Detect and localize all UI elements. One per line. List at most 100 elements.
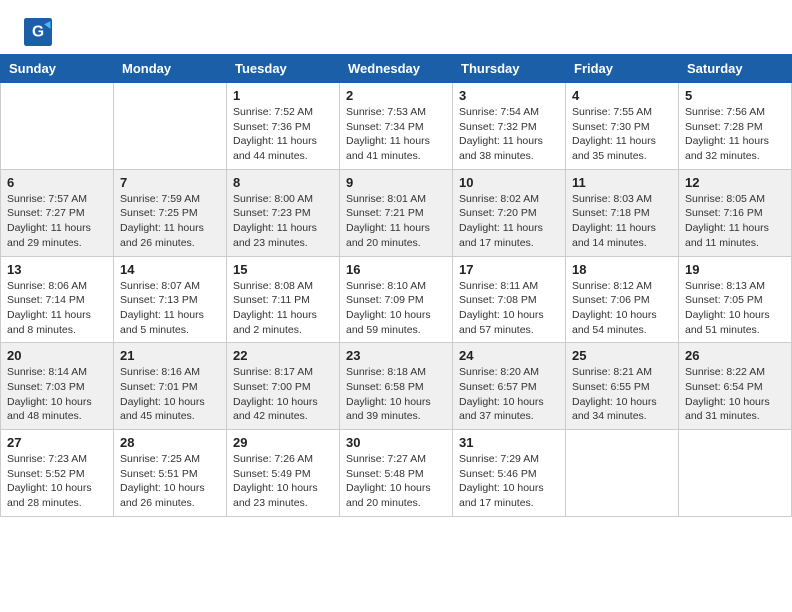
weekday-header-saturday: Saturday (679, 55, 792, 83)
day-info: Sunrise: 8:17 AMSunset: 7:00 PMDaylight:… (233, 365, 333, 424)
calendar-week-row: 27 Sunrise: 7:23 AMSunset: 5:52 PMDayligh… (1, 430, 792, 517)
calendar-cell: 20 Sunrise: 8:14 AMSunset: 7:03 PMDayligh… (1, 343, 114, 430)
day-number: 10 (459, 175, 559, 190)
calendar-cell: 16 Sunrise: 8:10 AMSunset: 7:09 PMDayligh… (340, 256, 453, 343)
day-number: 27 (7, 435, 107, 450)
calendar-cell: 25 Sunrise: 8:21 AMSunset: 6:55 PMDayligh… (566, 343, 679, 430)
day-number: 12 (685, 175, 785, 190)
day-info: Sunrise: 8:06 AMSunset: 7:14 PMDaylight:… (7, 279, 107, 338)
calendar-cell (566, 430, 679, 517)
day-info: Sunrise: 7:26 AMSunset: 5:49 PMDaylight:… (233, 452, 333, 511)
day-info: Sunrise: 8:01 AMSunset: 7:21 PMDaylight:… (346, 192, 446, 251)
day-number: 30 (346, 435, 446, 450)
calendar-cell: 12Sunrise: 8:05 AMSunset: 7:16 PMDayligh… (679, 169, 792, 256)
day-info: Sunrise: 8:20 AMSunset: 6:57 PMDaylight:… (459, 365, 559, 424)
day-number: 16 (346, 262, 446, 277)
day-info: Sunrise: 8:16 AMSunset: 7:01 PMDaylight:… (120, 365, 220, 424)
calendar-cell: 31Sunrise: 7:29 AMSunset: 5:46 PMDayligh… (453, 430, 566, 517)
calendar-cell: 3 Sunrise: 7:54 AMSunset: 7:32 PMDaylight… (453, 83, 566, 170)
calendar-cell: 1 Sunrise: 7:52 AMSunset: 7:36 PMDaylight… (227, 83, 340, 170)
day-info: Sunrise: 7:25 AMSunset: 5:51 PMDaylight:… (120, 452, 220, 511)
day-number: 4 (572, 88, 672, 103)
calendar-cell: 21 Sunrise: 8:16 AMSunset: 7:01 PMDayligh… (114, 343, 227, 430)
calendar-week-row: 13 Sunrise: 8:06 AMSunset: 7:14 PMDayligh… (1, 256, 792, 343)
day-info: Sunrise: 7:23 AMSunset: 5:52 PMDaylight:… (7, 452, 107, 511)
day-info: Sunrise: 7:52 AMSunset: 7:36 PMDaylight:… (233, 105, 333, 164)
calendar-cell: 7 Sunrise: 7:59 AMSunset: 7:25 PMDaylight… (114, 169, 227, 256)
calendar-cell: 13 Sunrise: 8:06 AMSunset: 7:14 PMDayligh… (1, 256, 114, 343)
calendar-cell: 5 Sunrise: 7:56 AMSunset: 7:28 PMDaylight… (679, 83, 792, 170)
day-info: Sunrise: 7:57 AMSunset: 7:27 PMDaylight:… (7, 192, 107, 251)
day-info: Sunrise: 8:11 AMSunset: 7:08 PMDaylight:… (459, 279, 559, 338)
calendar-cell: 11 Sunrise: 8:03 AMSunset: 7:18 PMDayligh… (566, 169, 679, 256)
calendar-cell: 26Sunrise: 8:22 AMSunset: 6:54 PMDayligh… (679, 343, 792, 430)
calendar-cell: 30Sunrise: 7:27 AMSunset: 5:48 PMDayligh… (340, 430, 453, 517)
day-number: 5 (685, 88, 785, 103)
day-number: 31 (459, 435, 559, 450)
calendar-cell (1, 83, 114, 170)
calendar-table: SundayMondayTuesdayWednesdayThursdayFrid… (0, 54, 792, 517)
calendar-cell: 10 Sunrise: 8:02 AMSunset: 7:20 PMDayligh… (453, 169, 566, 256)
day-info: Sunrise: 7:53 AMSunset: 7:34 PMDaylight:… (346, 105, 446, 164)
weekday-header-wednesday: Wednesday (340, 55, 453, 83)
page-header: G (0, 0, 792, 54)
day-number: 29 (233, 435, 333, 450)
day-info: Sunrise: 8:21 AMSunset: 6:55 PMDaylight:… (572, 365, 672, 424)
day-number: 20 (7, 348, 107, 363)
calendar-cell: 29 Sunrise: 7:26 AMSunset: 5:49 PMDayligh… (227, 430, 340, 517)
day-number: 1 (233, 88, 333, 103)
calendar-cell: 19Sunrise: 8:13 AMSunset: 7:05 PMDayligh… (679, 256, 792, 343)
calendar-cell: 28 Sunrise: 7:25 AMSunset: 5:51 PMDayligh… (114, 430, 227, 517)
svg-text:G: G (32, 24, 44, 41)
weekday-header-friday: Friday (566, 55, 679, 83)
day-info: Sunrise: 8:00 AMSunset: 7:23 PMDaylight:… (233, 192, 333, 251)
day-number: 2 (346, 88, 446, 103)
day-info: Sunrise: 8:02 AMSunset: 7:20 PMDaylight:… (459, 192, 559, 251)
day-info: Sunrise: 8:10 AMSunset: 7:09 PMDaylight:… (346, 279, 446, 338)
day-number: 25 (572, 348, 672, 363)
day-info: Sunrise: 8:14 AMSunset: 7:03 PMDaylight:… (7, 365, 107, 424)
day-number: 9 (346, 175, 446, 190)
day-number: 7 (120, 175, 220, 190)
day-info: Sunrise: 8:03 AMSunset: 7:18 PMDaylight:… (572, 192, 672, 251)
day-number: 3 (459, 88, 559, 103)
day-info: Sunrise: 7:55 AMSunset: 7:30 PMDaylight:… (572, 105, 672, 164)
weekday-header-monday: Monday (114, 55, 227, 83)
day-info: Sunrise: 8:08 AMSunset: 7:11 PMDaylight:… (233, 279, 333, 338)
calendar-cell: 18Sunrise: 8:12 AMSunset: 7:06 PMDayligh… (566, 256, 679, 343)
day-number: 28 (120, 435, 220, 450)
day-number: 13 (7, 262, 107, 277)
day-info: Sunrise: 8:18 AMSunset: 6:58 PMDaylight:… (346, 365, 446, 424)
calendar-cell: 14Sunrise: 8:07 AMSunset: 7:13 PMDayligh… (114, 256, 227, 343)
day-number: 11 (572, 175, 672, 190)
weekday-header-thursday: Thursday (453, 55, 566, 83)
calendar-cell: 24 Sunrise: 8:20 AMSunset: 6:57 PMDayligh… (453, 343, 566, 430)
weekday-header-row: SundayMondayTuesdayWednesdayThursdayFrid… (1, 55, 792, 83)
calendar-cell: 27 Sunrise: 7:23 AMSunset: 5:52 PMDayligh… (1, 430, 114, 517)
logo: G (24, 18, 56, 46)
day-number: 17 (459, 262, 559, 277)
calendar-cell (114, 83, 227, 170)
calendar-cell: 22Sunrise: 8:17 AMSunset: 7:00 PMDayligh… (227, 343, 340, 430)
day-info: Sunrise: 8:22 AMSunset: 6:54 PMDaylight:… (685, 365, 785, 424)
calendar-cell: 23Sunrise: 8:18 AMSunset: 6:58 PMDayligh… (340, 343, 453, 430)
calendar-cell: 2 Sunrise: 7:53 AMSunset: 7:34 PMDaylight… (340, 83, 453, 170)
day-number: 8 (233, 175, 333, 190)
logo-icon: G (24, 18, 52, 46)
calendar-cell: 6Sunrise: 7:57 AMSunset: 7:27 PMDaylight… (1, 169, 114, 256)
day-number: 19 (685, 262, 785, 277)
day-number: 24 (459, 348, 559, 363)
day-info: Sunrise: 7:59 AMSunset: 7:25 PMDaylight:… (120, 192, 220, 251)
calendar-cell: 17 Sunrise: 8:11 AMSunset: 7:08 PMDayligh… (453, 256, 566, 343)
day-info: Sunrise: 8:07 AMSunset: 7:13 PMDaylight:… (120, 279, 220, 338)
day-info: Sunrise: 7:54 AMSunset: 7:32 PMDaylight:… (459, 105, 559, 164)
calendar-week-row: 20 Sunrise: 8:14 AMSunset: 7:03 PMDayligh… (1, 343, 792, 430)
day-number: 18 (572, 262, 672, 277)
day-info: Sunrise: 7:56 AMSunset: 7:28 PMDaylight:… (685, 105, 785, 164)
calendar-week-row: 6Sunrise: 7:57 AMSunset: 7:27 PMDaylight… (1, 169, 792, 256)
weekday-header-sunday: Sunday (1, 55, 114, 83)
calendar-cell: 15Sunrise: 8:08 AMSunset: 7:11 PMDayligh… (227, 256, 340, 343)
day-number: 21 (120, 348, 220, 363)
calendar-cell: 4 Sunrise: 7:55 AMSunset: 7:30 PMDaylight… (566, 83, 679, 170)
calendar-cell: 9 Sunrise: 8:01 AMSunset: 7:21 PMDaylight… (340, 169, 453, 256)
